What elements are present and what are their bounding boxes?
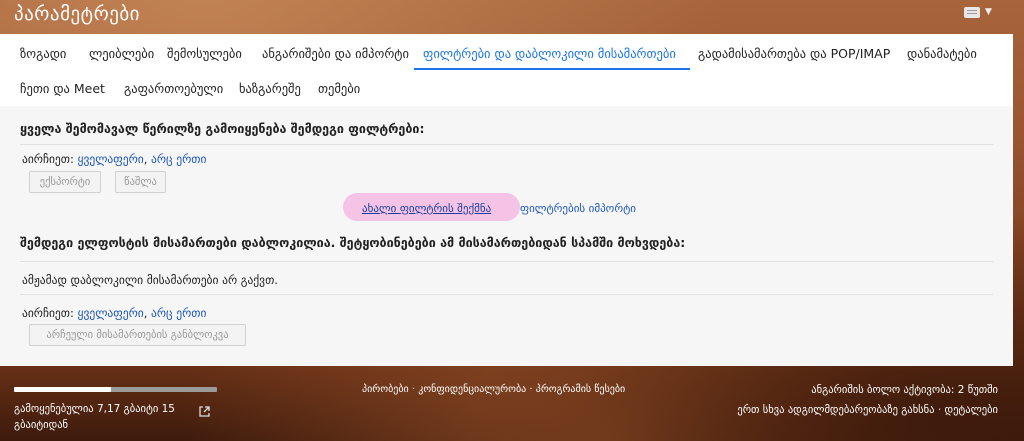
delete-button[interactable]: წაშლა xyxy=(115,171,166,193)
external-link-icon[interactable] xyxy=(198,405,211,418)
divider xyxy=(20,144,993,145)
divider xyxy=(20,294,993,295)
tab-inbox[interactable]: შემოსულები xyxy=(167,46,242,61)
filters-select-row: აირჩიეთ: ყველაფერი, არც ერთი xyxy=(22,152,207,166)
select-none-link[interactable]: არც ერთი xyxy=(151,152,206,166)
tab-themes[interactable]: თემები xyxy=(318,81,360,96)
tab-forwarding-pop-imap[interactable]: გადამისამართება და POP/IMAP xyxy=(698,46,890,61)
create-filter-link[interactable]: ახალი ფილტრის შექმნა xyxy=(362,202,491,215)
filters-heading: ყველა შემომავალ წერილზე გამოიყენება შემდ… xyxy=(20,121,425,136)
policy-links[interactable]: პირობები · კონფიდენციალურობა · პროგრამის… xyxy=(362,384,625,395)
tab-accounts-import[interactable]: ანგარიშები და იმპორტი xyxy=(262,46,409,61)
blocked-select-row: აირჩიეთ: ყველაფერი, არც ერთი xyxy=(22,306,207,320)
storage-text-line2: გბაიტიდან xyxy=(14,419,69,431)
export-button[interactable]: ექსპორტი xyxy=(29,171,101,193)
keyboard-icon[interactable] xyxy=(964,7,980,18)
tab-chat-meet[interactable]: ჩეთი და Meet xyxy=(20,81,105,96)
page-title: პარამეტრები xyxy=(14,3,141,25)
select-all-link[interactable]: ყველაფერი xyxy=(78,306,144,320)
select-label: აირჩიეთ: xyxy=(22,306,74,320)
storage-bar xyxy=(14,387,217,392)
settings-panel: ზოგადი ლეიბლები შემოსულები ანგარიშები და… xyxy=(0,34,1013,366)
tab-filters-blocked[interactable]: ფილტრები და დაბლოკილი მისამართები xyxy=(423,46,676,61)
select-label: აირჩიეთ: xyxy=(22,152,74,166)
import-filters-link[interactable]: ფილტრების იმპორტი xyxy=(520,202,636,215)
tab-advanced[interactable]: გაფართოებული xyxy=(124,81,223,96)
tab-general[interactable]: ზოგადი xyxy=(20,46,66,61)
unblock-selected-button[interactable]: არჩეული მისამართების განბლოკვა xyxy=(29,324,246,346)
tab-addons[interactable]: დანამატები xyxy=(907,46,977,61)
chevron-down-icon[interactable]: ▼ xyxy=(985,7,992,17)
storage-text-line1: გამოყენებულია 7,17 გბაიტი 15 xyxy=(14,403,175,415)
divider xyxy=(20,261,993,262)
blocked-heading: შემდეგი ელფოსტის მისამართები დაბლოკილია.… xyxy=(20,235,686,250)
tab-labels[interactable]: ლეიბლები xyxy=(89,46,154,61)
blocked-empty-text: ამჟამად დაბლოკილი მისამართები არ გაქვთ. xyxy=(22,273,278,287)
open-elsewhere-details[interactable]: ერთ სხვა ადგილმდებარეობაზე გახსნა · დეტა… xyxy=(737,404,998,416)
tabs-bar: ზოგადი ლეიბლები შემოსულები ანგარიშები და… xyxy=(0,34,1013,106)
top-bar: პარამეტრები ▼ xyxy=(0,0,1024,34)
tab-offline[interactable]: ხაზგარეშე xyxy=(239,81,301,96)
last-activity-text: ანგარიშის ბოლო აქტივობა: 2 წუთში xyxy=(811,384,998,396)
storage-bar-fill xyxy=(14,387,112,392)
select-all-link[interactable]: ყველაფერი xyxy=(78,152,144,166)
active-tab-indicator xyxy=(414,68,690,70)
select-none-link[interactable]: არც ერთი xyxy=(151,306,206,320)
